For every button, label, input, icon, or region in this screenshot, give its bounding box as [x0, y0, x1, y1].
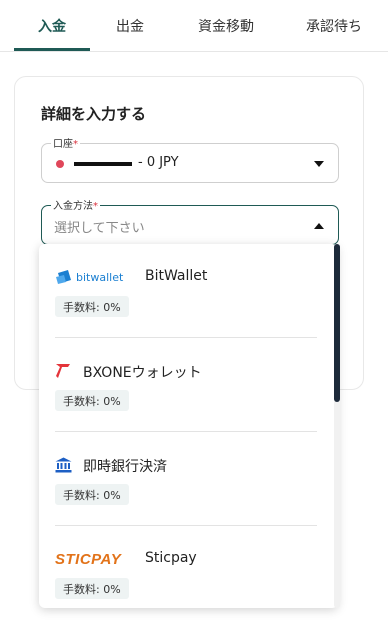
- option-bitwallet[interactable]: bitwallet BitWallet 手数料: 0%: [39, 244, 329, 338]
- account-status-dot: [56, 160, 64, 168]
- chevron-up-icon: [314, 223, 324, 229]
- fee-badge: 手数料: 0%: [55, 296, 129, 317]
- chevron-down-icon: [314, 161, 324, 167]
- required-mark: *: [73, 139, 78, 150]
- tab-pending[interactable]: 承認待ち: [284, 0, 384, 52]
- option-name: 即時銀行決済: [83, 459, 167, 475]
- option-bxone-wallet[interactable]: BXONEウォレット 手数料: 0%: [39, 338, 329, 432]
- sticpay-logo: STICPAY: [55, 550, 121, 568]
- bitwallet-icon: [56, 270, 71, 284]
- fee-badge: 手数料: 0%: [55, 484, 129, 505]
- masked-account-number: [74, 162, 132, 166]
- option-name: BitWallet: [145, 268, 208, 284]
- bitwallet-logo-text: bitwallet: [76, 270, 124, 284]
- tab-fund-transfer-label: 資金移動: [198, 19, 254, 35]
- form-title: 詳細を入力する: [41, 105, 147, 123]
- tab-deposit[interactable]: 入金: [14, 0, 90, 52]
- bxone-logo: [55, 362, 71, 380]
- option-name: BXONEウォレット: [83, 365, 202, 381]
- fee-badge: 手数料: 0%: [55, 390, 129, 411]
- method-label-text: 入金方法: [53, 201, 93, 212]
- account-select[interactable]: - 0 JPY: [41, 143, 339, 183]
- sticpay-icon: STICPAY: [55, 550, 122, 568]
- tab-pending-label: 承認待ち: [306, 19, 362, 35]
- tab-deposit-label: 入金: [38, 19, 66, 35]
- tab-fund-transfer[interactable]: 資金移動: [176, 0, 276, 52]
- method-placeholder: 選択して下さい: [54, 221, 145, 236]
- bank-logo: [55, 456, 72, 474]
- bitwallet-logo: bitwallet: [55, 268, 123, 286]
- tab-withdrawal-label: 出金: [116, 19, 144, 35]
- method-label: 入金方法*: [51, 197, 100, 212]
- active-tab-indicator: [14, 48, 90, 51]
- tab-withdrawal[interactable]: 出金: [92, 0, 168, 52]
- fee-badge: 手数料: 0%: [55, 578, 129, 599]
- bank-icon: [55, 457, 72, 473]
- option-instant-bank[interactable]: 即時銀行決済 手数料: 0%: [39, 432, 329, 526]
- tab-bar: 入金 出金 資金移動 承認待ち: [0, 0, 388, 52]
- option-name: Sticpay: [145, 550, 197, 566]
- dropdown-scrollbar-thumb[interactable]: [334, 244, 340, 402]
- option-sticpay[interactable]: STICPAY Sticpay 手数料: 0%: [39, 526, 329, 608]
- deposit-method-dropdown: bitwallet BitWallet 手数料: 0% BXONEウォレット 手…: [39, 244, 338, 608]
- account-label: 口座*: [51, 135, 80, 150]
- account-label-text: 口座: [53, 139, 73, 150]
- account-balance-text: - 0 JPY: [138, 155, 179, 170]
- required-mark: *: [93, 201, 98, 212]
- bxone-icon: [56, 364, 70, 378]
